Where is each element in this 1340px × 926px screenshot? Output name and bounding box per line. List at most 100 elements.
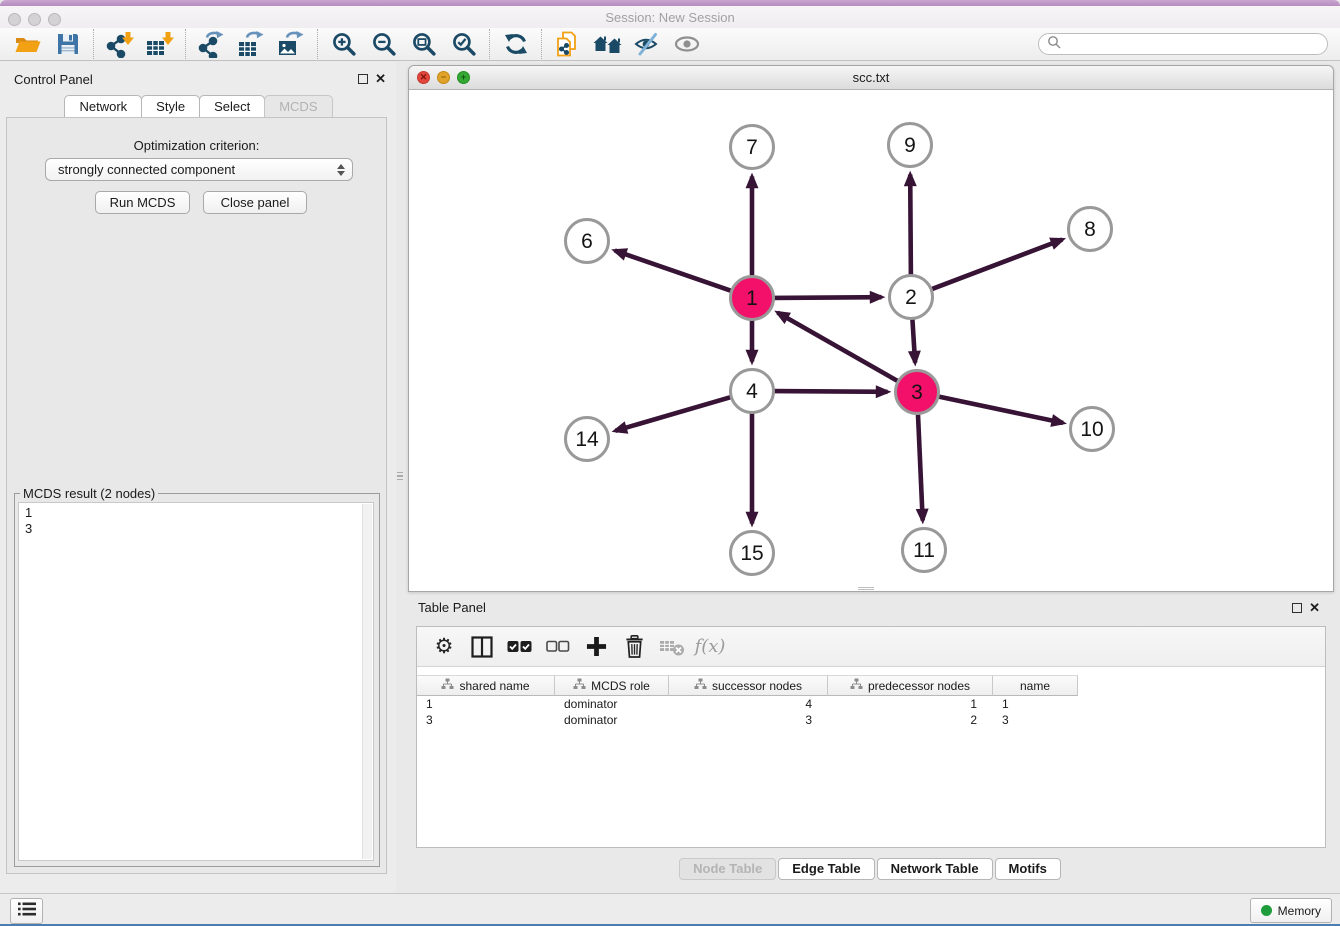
cell[interactable]: dominator	[555, 697, 669, 711]
tab-select[interactable]: Select	[199, 95, 265, 118]
import-network-button[interactable]	[100, 29, 140, 59]
zoom-selected-button[interactable]	[444, 29, 484, 59]
svg-text:9: 9	[904, 134, 916, 157]
graph-node-9[interactable]: 9	[889, 124, 932, 167]
graph-edge-3-1[interactable]	[778, 313, 900, 382]
open-file-button[interactable]	[8, 29, 48, 59]
zoom-fit-button[interactable]	[404, 29, 444, 59]
column-header-successor-nodes[interactable]: successor nodes	[669, 675, 828, 696]
graph-edge-1-2[interactable]	[773, 297, 882, 298]
tab-motifs[interactable]: Motifs	[995, 858, 1061, 880]
criterion-select[interactable]: strongly connected component	[45, 158, 353, 181]
cell[interactable]: 3	[993, 713, 1078, 727]
mcds-panel: Optimization criterion: strongly connect…	[6, 117, 387, 874]
control-panel-header: Control Panel ✕	[0, 70, 396, 90]
cell[interactable]: dominator	[555, 713, 669, 727]
hierarchy-icon	[694, 678, 707, 693]
export-table-button[interactable]	[232, 29, 272, 59]
cell[interactable]: 3	[669, 713, 828, 727]
graph-node-8[interactable]: 8	[1069, 208, 1112, 251]
tab-node-table[interactable]: Node Table	[679, 858, 776, 880]
network-resize-grip[interactable]	[858, 587, 874, 591]
first-neighbors-button[interactable]	[588, 29, 628, 59]
graph-node-1[interactable]: 1	[731, 277, 774, 320]
cell[interactable]: 1	[993, 697, 1078, 711]
column-header-shared-name[interactable]: shared name	[417, 675, 555, 696]
tab-style[interactable]: Style	[141, 95, 200, 118]
duplicate-network-button[interactable]	[548, 29, 588, 59]
zoom-out-button[interactable]	[364, 29, 404, 59]
hierarchy-icon	[850, 678, 863, 693]
splitter-grip[interactable]	[395, 466, 404, 486]
refresh-button[interactable]	[496, 29, 536, 59]
export-network-button[interactable]	[192, 29, 232, 59]
cell[interactable]: 1	[828, 697, 993, 711]
network-window-titlebar[interactable]: ✕ − + scc.txt	[409, 66, 1333, 90]
graph-edge-3-10[interactable]	[937, 396, 1063, 423]
graph-edge-4-3[interactable]	[773, 391, 888, 392]
graph-edge-2-3[interactable]	[912, 318, 915, 363]
graph-node-14[interactable]: 14	[566, 418, 609, 461]
graph-edge-4-14[interactable]	[615, 397, 732, 431]
float-table-panel-icon[interactable]	[1292, 603, 1302, 613]
graph-edge-1-6[interactable]	[615, 251, 733, 292]
list-icon	[17, 901, 37, 922]
graph-edge-3-11[interactable]	[918, 413, 923, 521]
graph-node-7[interactable]: 7	[731, 126, 774, 169]
float-panel-icon[interactable]	[358, 74, 368, 84]
svg-text:1: 1	[746, 287, 758, 310]
table-tabs: Node TableEdge TableNetwork TableMotifs	[408, 858, 1334, 880]
graph-node-15[interactable]: 15	[731, 532, 774, 575]
graph-node-6[interactable]: 6	[566, 220, 609, 263]
graph-edge-2-9[interactable]	[910, 175, 911, 277]
task-history-button[interactable]	[10, 898, 43, 924]
network-graph[interactable]: 7 9 6 8 1 2 4 3 14 10 15 11	[410, 89, 1334, 597]
export-image-button[interactable]	[272, 29, 312, 59]
column-header-predecessor-nodes[interactable]: predecessor nodes	[828, 675, 993, 696]
delete-row-button[interactable]	[615, 631, 653, 663]
network-view-title: scc.txt	[409, 70, 1333, 85]
search-box[interactable]	[1038, 33, 1328, 55]
tab-edge-table[interactable]: Edge Table	[778, 858, 874, 880]
add-row-button[interactable]	[577, 631, 615, 663]
graph-edge-2-8[interactable]	[930, 240, 1062, 290]
function-builder-button: f(x)	[691, 631, 729, 663]
memory-button[interactable]: Memory	[1250, 898, 1332, 923]
titlebar: Session: New Session	[0, 6, 1340, 28]
mcds-result-area[interactable]: 1 3	[18, 502, 374, 861]
column-header-name[interactable]: name	[993, 675, 1078, 696]
toolbar-separator	[317, 29, 319, 59]
close-table-panel-icon[interactable]: ✕	[1309, 600, 1320, 616]
graph-node-10[interactable]: 10	[1071, 408, 1114, 451]
save-session-button[interactable]	[48, 29, 88, 59]
result-scrollbar[interactable]	[362, 504, 372, 859]
cell[interactable]: 2	[828, 713, 993, 727]
tab-network[interactable]: Network	[64, 95, 142, 118]
column-header-MCDS-role[interactable]: MCDS role	[555, 675, 669, 696]
run-mcds-button[interactable]: Run MCDS	[95, 191, 190, 214]
cell[interactable]: 1	[417, 697, 555, 711]
close-panel-button[interactable]: Close panel	[203, 191, 307, 214]
table-rows: 1dominator4113dominator323	[417, 696, 1325, 728]
select-all-button[interactable]	[501, 631, 539, 663]
cell[interactable]: 3	[417, 713, 555, 727]
svg-text:10: 10	[1080, 418, 1103, 441]
hide-selected-button[interactable]	[628, 29, 668, 59]
deselect-all-button[interactable]	[539, 631, 577, 663]
graph-node-4[interactable]: 4	[731, 370, 774, 413]
zoom-in-button[interactable]	[324, 29, 364, 59]
graph-node-2[interactable]: 2	[890, 276, 933, 319]
search-input[interactable]	[1066, 36, 1327, 52]
import-table-button[interactable]	[140, 29, 180, 59]
graph-node-11[interactable]: 11	[903, 529, 946, 572]
graph-node-3[interactable]: 3	[896, 371, 939, 414]
optimization-criterion-label: Optimization criterion:	[7, 138, 386, 153]
cell[interactable]: 4	[669, 697, 828, 711]
tab-network-table[interactable]: Network Table	[877, 858, 993, 880]
table-row[interactable]: 1dominator411	[417, 696, 1325, 712]
tab-mcds[interactable]: MCDS	[264, 95, 332, 118]
show-columns-button[interactable]	[463, 631, 501, 663]
settings-button[interactable]: ⚙	[425, 631, 463, 663]
close-panel-icon[interactable]: ✕	[375, 71, 386, 87]
table-row[interactable]: 3dominator323	[417, 712, 1325, 728]
